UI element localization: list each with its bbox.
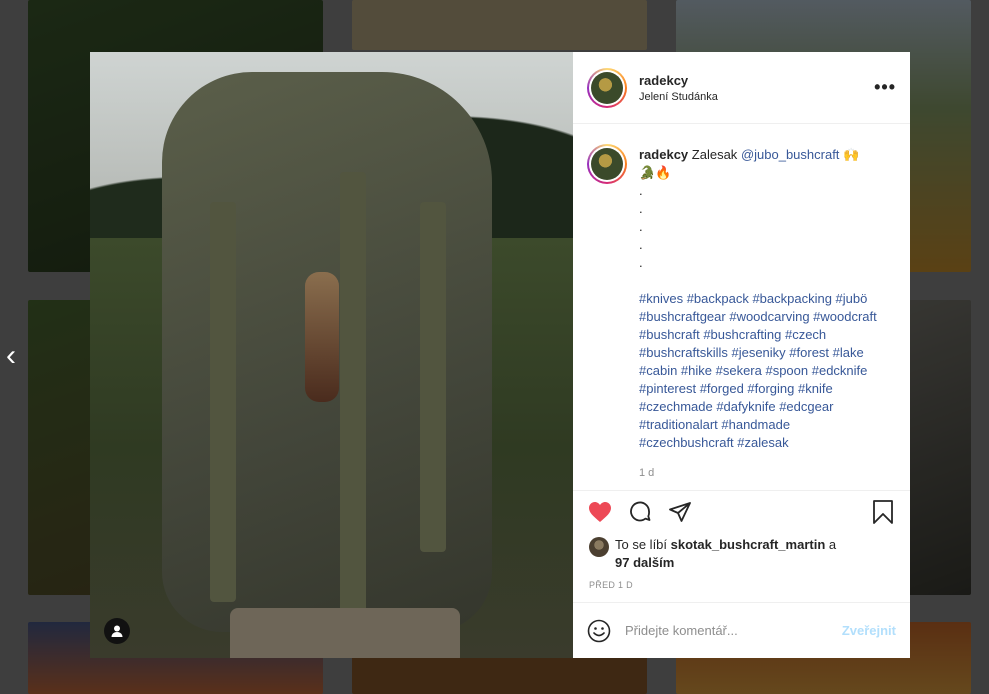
comment-button[interactable]: [625, 497, 655, 527]
share-icon: [669, 501, 691, 522]
tagged-users-button[interactable]: [104, 618, 130, 644]
more-icon: •••: [874, 77, 896, 97]
comment-icon: [630, 501, 651, 521]
liker-username[interactable]: skotak_bushcraft_martin: [671, 537, 826, 552]
post-comment-button[interactable]: Zveřejnit: [842, 623, 896, 638]
caption-dot: .: [639, 183, 643, 198]
caption-text: radekcy Zalesak @jubo_bushcraft 🙌 🐊🔥 . .…: [639, 146, 879, 490]
comment-box: Zveřejnit: [573, 602, 910, 658]
post-header: radekcy Jelení Studánka •••: [573, 52, 910, 124]
user-tag-icon: [111, 625, 123, 637]
post-location[interactable]: Jelení Studánka: [639, 91, 874, 103]
post-modal: radekcy Jelení Studánka ••• radekcy Zale…: [90, 52, 910, 658]
caption-hashtags[interactable]: #knives #backpack #backpacking #jubö #bu…: [639, 290, 879, 452]
caption-dot: .: [639, 219, 643, 234]
caption-dot: .: [639, 237, 643, 252]
emoji-icon: [587, 619, 611, 642]
post-sidebar: radekcy Jelení Studánka ••• radekcy Zale…: [573, 52, 910, 658]
caption-emoji-line: 🐊🔥: [639, 165, 672, 180]
photo-strap: [340, 172, 366, 612]
likes-others-link[interactable]: 97 dalším: [615, 555, 674, 570]
photo-log: [230, 608, 460, 658]
caption-text-start: Zalesak: [691, 147, 738, 162]
liker-avatar[interactable]: [589, 537, 609, 557]
previous-post-button[interactable]: ‹: [0, 336, 22, 376]
caption-time-ago: 1 d: [639, 467, 655, 479]
author-info: radekcy Jelení Studánka: [639, 73, 874, 103]
avatar-image: [591, 71, 623, 104]
bookmark-icon: [873, 499, 893, 524]
likes-text: To se líbí skotak_bushcraft_martin a 97 …: [615, 536, 836, 572]
chevron-left-icon: ‹: [6, 339, 16, 372]
author-username[interactable]: radekcy: [639, 73, 874, 88]
post-date[interactable]: PŘED 1 D: [573, 572, 910, 602]
photo-strap: [210, 202, 236, 602]
caption-dot: .: [639, 201, 643, 216]
caption-username[interactable]: radekcy: [639, 147, 688, 162]
heart-icon: [589, 501, 611, 522]
emoji-button[interactable]: [587, 619, 611, 643]
caption-mention[interactable]: @jubo_bushcraft: [741, 147, 839, 162]
action-bar: [573, 490, 910, 532]
save-button[interactable]: [868, 497, 898, 527]
like-button[interactable]: [585, 497, 615, 527]
caption-section: radekcy Zalesak @jubo_bushcraft 🙌 🐊🔥 . .…: [573, 124, 910, 490]
comment-input[interactable]: [625, 623, 842, 638]
caption-dot: .: [639, 255, 643, 270]
caption-emoji: 🙌: [843, 147, 860, 162]
caption-author-avatar[interactable]: [587, 144, 627, 184]
post-photo[interactable]: [90, 52, 573, 658]
likes-prefix: To se líbí: [615, 537, 668, 552]
photo-knife: [305, 272, 339, 402]
avatar-image: [591, 148, 623, 180]
likes-and: a: [828, 537, 837, 552]
photo-strap: [420, 202, 446, 552]
share-button[interactable]: [665, 497, 695, 527]
more-options-button[interactable]: •••: [874, 77, 896, 98]
author-avatar[interactable]: [587, 67, 627, 108]
likes-summary: To se líbí skotak_bushcraft_martin a 97 …: [573, 532, 910, 572]
